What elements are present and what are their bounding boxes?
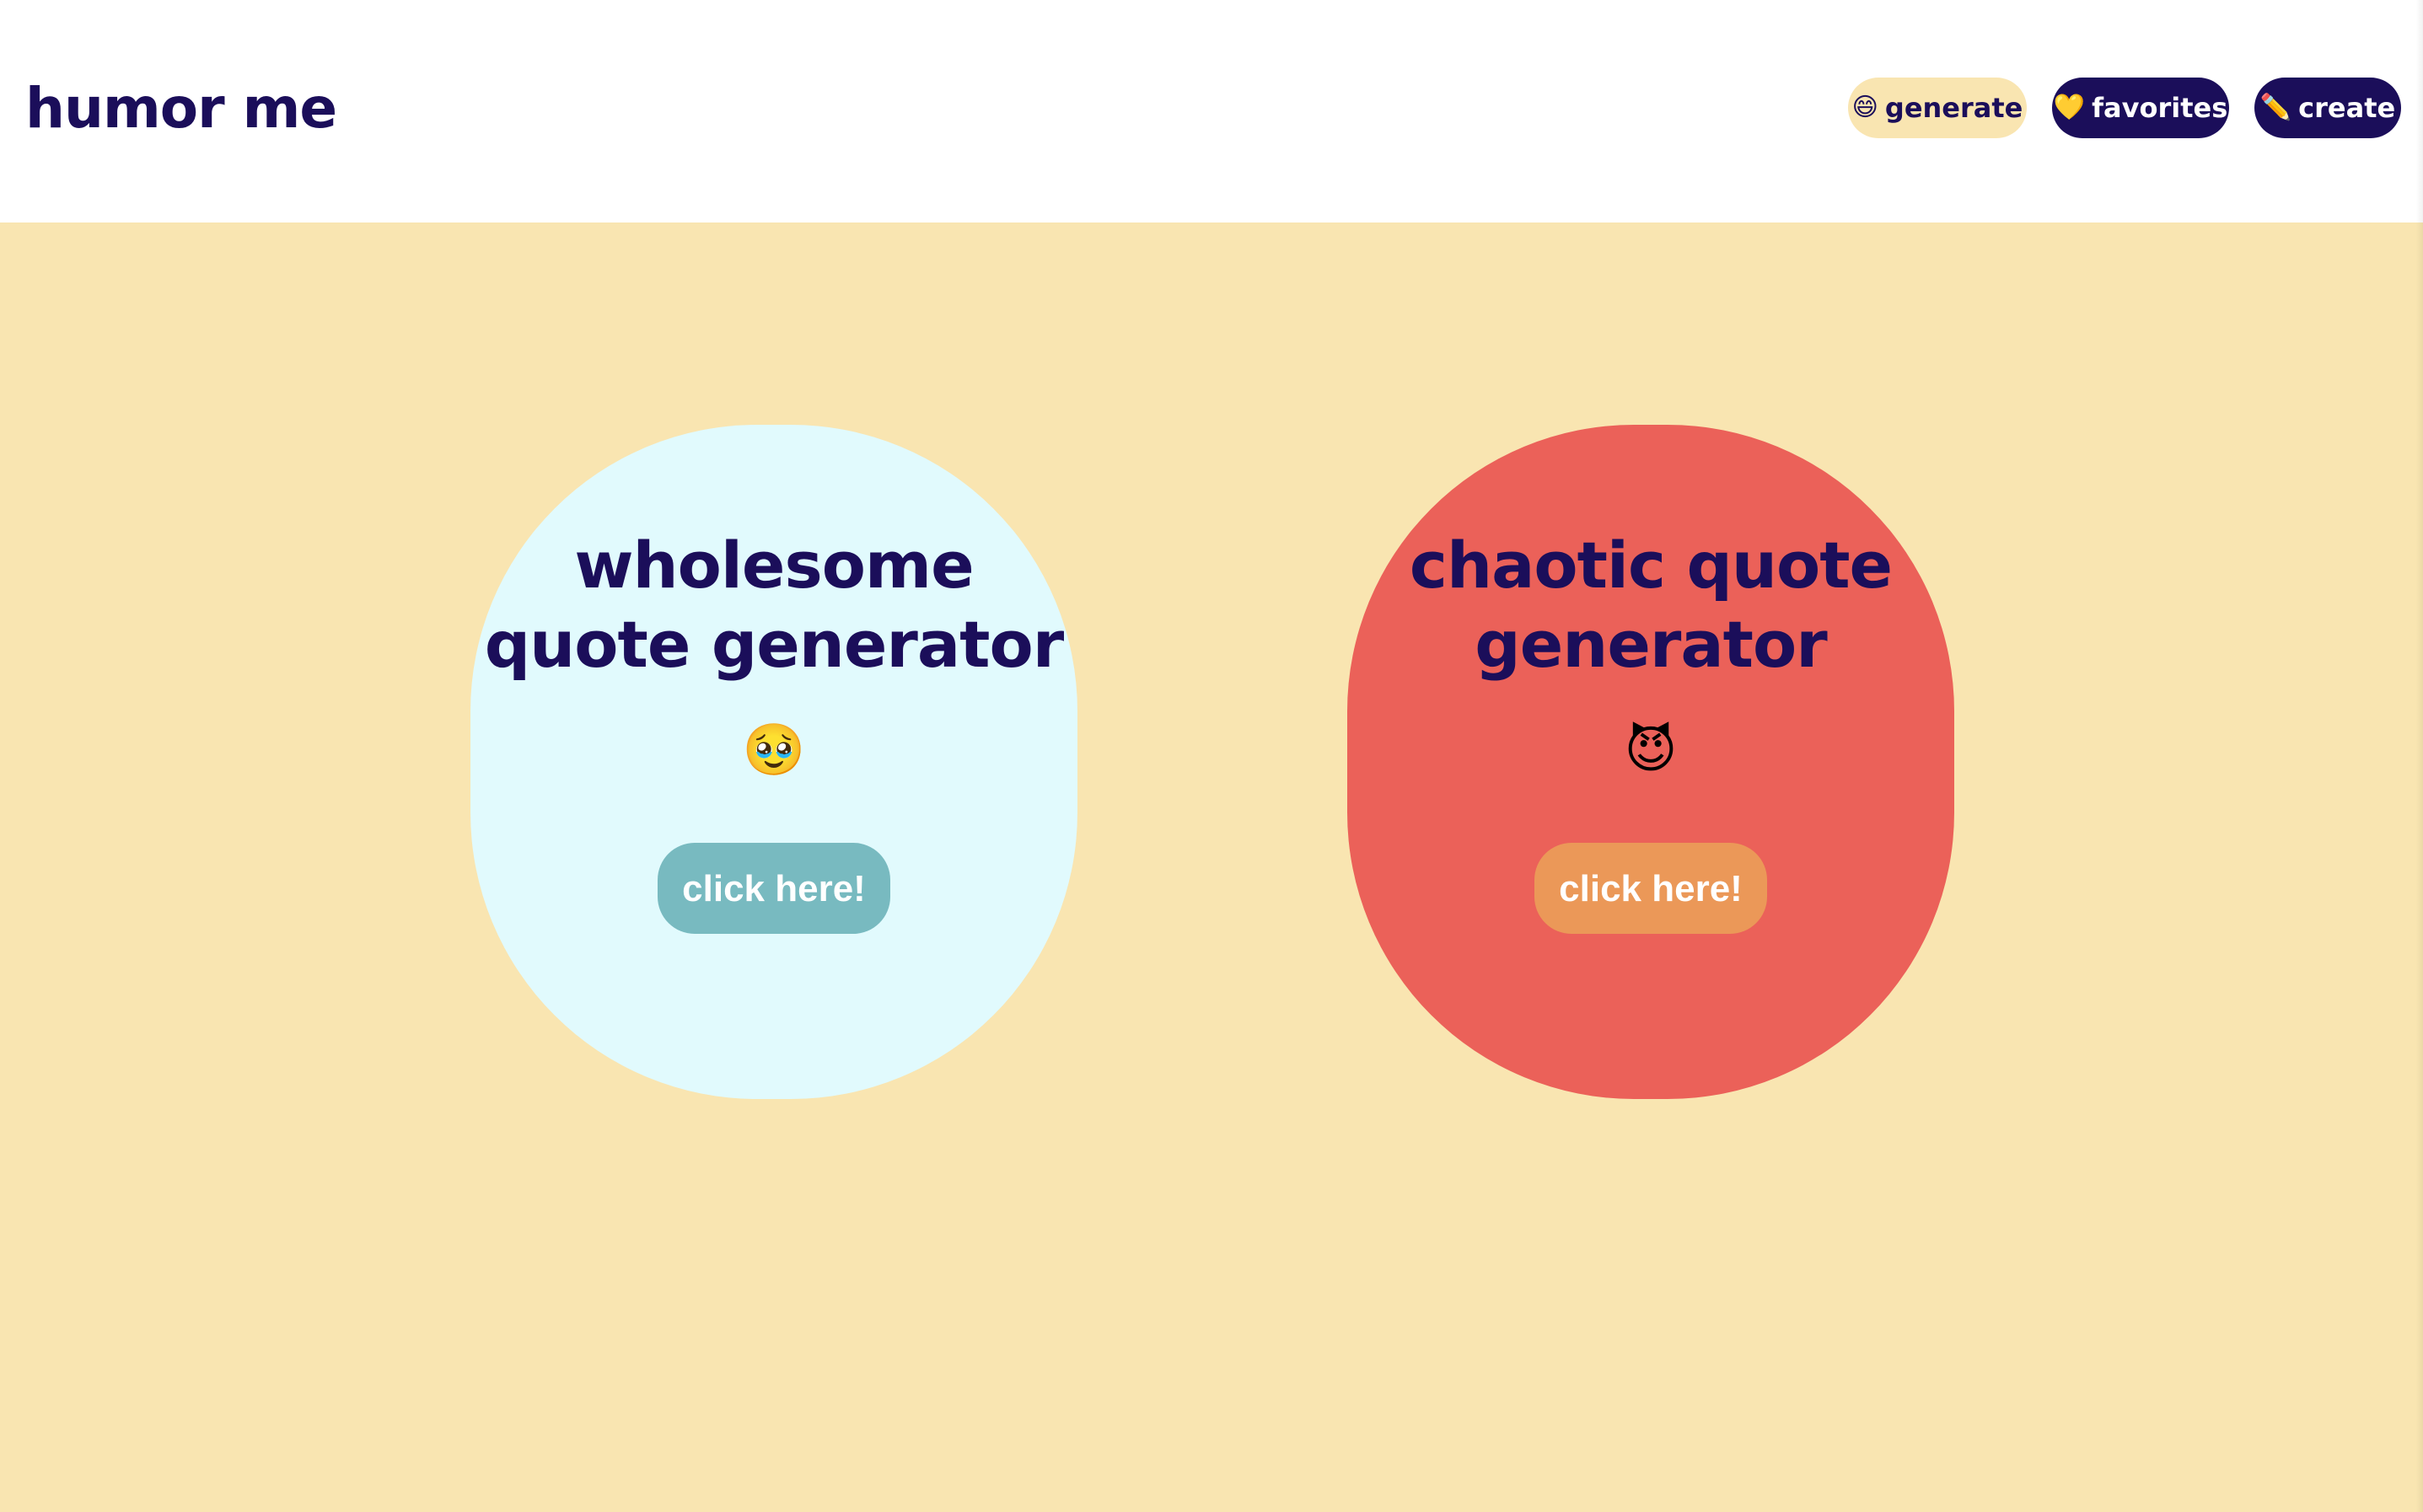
brand-title[interactable]: humor me [25,71,337,147]
pencil-icon: ✏️ [2259,93,2292,122]
main-content: wholesome quote generator 🥹 click here! … [0,223,2423,1512]
chaotic-click-here-button[interactable]: click here! [1534,843,1767,934]
wholesome-card-title: wholesome quote generator [470,526,1077,684]
chaotic-generator-card: chaotic quote generator 😈 click here! [1347,425,1954,1099]
holding-back-tears-icon: 🥹 [742,721,806,780]
nav-create-button[interactable]: ✏️ create [2254,78,2401,138]
chaotic-title-line-2: generator [1475,607,1827,682]
wholesome-click-here-button[interactable]: click here! [658,843,890,934]
nav-generate-label: generate [1884,92,2023,124]
nav-generate-button[interactable]: 😄 generate [1848,78,2027,138]
grinning-face-icon: 😄 [1851,93,1878,122]
yellow-heart-icon: 💛 [2053,93,2086,122]
chaotic-card-title: chaotic quote generator [1347,526,1954,684]
page: humor me 😄 generate 💛 favorites ✏️ creat… [0,0,2423,1512]
nav-favorites-button[interactable]: 💛 favorites [2052,78,2229,138]
chaotic-title-line-1: chaotic quote [1409,528,1893,603]
top-header: humor me 😄 generate 💛 favorites ✏️ creat… [0,0,2423,223]
wholesome-title-line-2: quote generator [484,607,1064,682]
nav-favorites-label: favorites [2092,92,2228,124]
wholesome-generator-card: wholesome quote generator 🥹 click here! [470,425,1077,1099]
nav-create-label: create [2298,92,2396,124]
window-edge-shadow [2416,0,2423,1512]
wholesome-title-line-1: wholesome [574,528,974,603]
smiling-devil-icon: 😈 [1624,721,1678,780]
